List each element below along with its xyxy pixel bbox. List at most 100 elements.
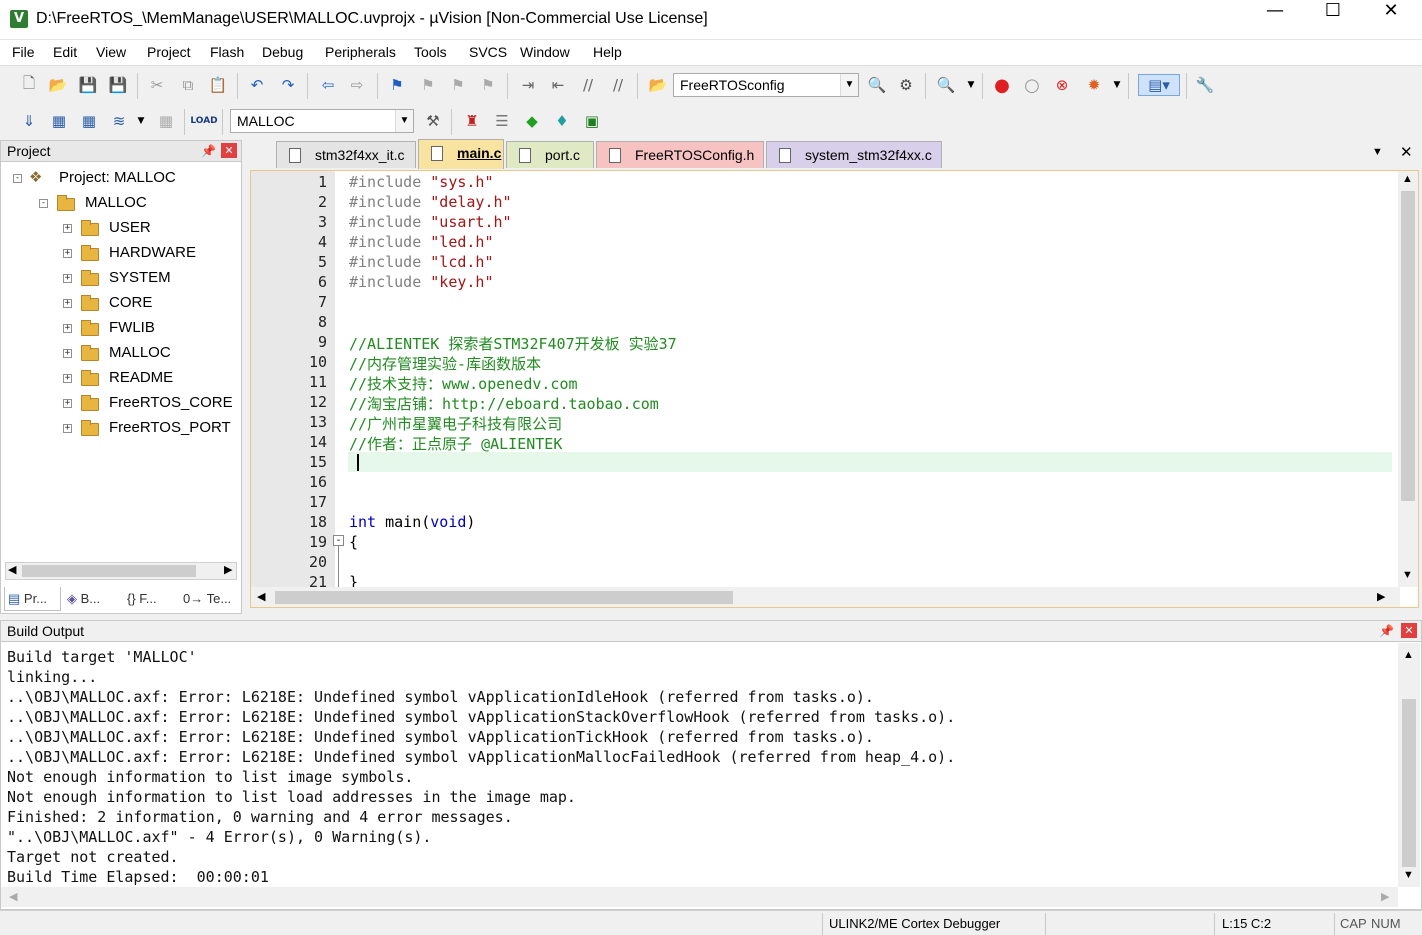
manage-rte-icon[interactable]: ♦ <box>551 110 573 132</box>
save-icon[interactable]: 💾 <box>77 74 99 96</box>
find-in-files-icon[interactable]: 📂 <box>647 74 669 96</box>
tab-port-c[interactable]: port.c <box>506 141 594 168</box>
scroll-thumb[interactable] <box>1401 191 1415 501</box>
undo-icon[interactable]: ↶ <box>246 74 268 96</box>
tree-group[interactable]: + FWLIB <box>61 318 237 340</box>
debug-session-icon[interactable]: 🔍 <box>935 74 957 96</box>
tab-books[interactable]: ◈ B... <box>64 587 120 611</box>
project-hscroll[interactable]: ◀ ▶ <box>5 562 237 580</box>
menu-tools[interactable]: Tools <box>414 44 447 60</box>
close-icon[interactable]: ✕ <box>221 143 237 158</box>
load-download-icon[interactable]: LOAD <box>190 110 217 132</box>
collapse-icon[interactable]: - <box>13 174 22 183</box>
nav-forward-icon[interactable]: ⇨ <box>346 74 368 96</box>
tree-group[interactable]: + README <box>61 368 237 390</box>
tree-group[interactable]: + FreeRTOS_CORE <box>61 393 237 415</box>
pin-icon[interactable]: 📌 <box>1379 624 1394 638</box>
configure-icon[interactable]: 🔧 <box>1194 74 1216 96</box>
tree-group[interactable]: + HARDWARE <box>61 243 237 265</box>
editor-hscroll[interactable]: ◀ ▶ <box>251 587 1400 607</box>
disable-breakpoint-icon[interactable]: ○ <box>1021 74 1043 96</box>
expand-icon[interactable]: + <box>63 399 72 408</box>
collapse-icon[interactable]: - <box>39 199 48 208</box>
find-combo[interactable]: FreeRTOSconfig ▼ <box>673 73 859 97</box>
maximize-button[interactable]: ☐ <box>1304 0 1362 40</box>
close-tab-icon[interactable]: ✕ <box>1400 143 1413 161</box>
disable-all-breakpoints-icon[interactable]: ⊗ <box>1051 74 1073 96</box>
insert-bookmark-icon[interactable]: ⚑ <box>386 74 408 96</box>
menu-debug[interactable]: Debug <box>262 44 303 60</box>
tab-freertosconfig-h[interactable]: FreeRTOSConfig.h <box>596 141 764 168</box>
scroll-left-icon[interactable]: ◀ <box>8 563 16 576</box>
scroll-up-icon[interactable]: ▲ <box>1402 173 1413 185</box>
scroll-right-icon[interactable]: ▶ <box>1381 890 1389 903</box>
rebuild-icon[interactable]: ▦ <box>78 110 100 132</box>
clear-bookmarks-icon[interactable]: ⚑ <box>477 74 499 96</box>
editor-vscroll[interactable]: ▲ ▼ <box>1398 171 1418 587</box>
scroll-thumb[interactable] <box>1402 699 1416 867</box>
menu-flash[interactable]: Flash <box>210 44 244 60</box>
prev-bookmark-icon[interactable]: ⚑ <box>417 74 439 96</box>
tree-group[interactable]: + MALLOC <box>61 343 237 365</box>
copy-icon[interactable]: ⧉ <box>177 74 199 96</box>
menu-help[interactable]: Help <box>593 44 622 60</box>
scroll-down-icon[interactable]: ▼ <box>1402 569 1413 581</box>
translate-icon[interactable]: ⇓ <box>18 110 40 132</box>
batch-build-icon[interactable]: ≋ <box>108 110 130 132</box>
scroll-right-icon[interactable]: ▶ <box>1377 590 1385 603</box>
tab-system-stm32f4xx-c[interactable]: system_stm32f4xx.c <box>766 141 942 168</box>
unindent-icon[interactable]: ⇤ <box>547 74 569 96</box>
redo-icon[interactable]: ↷ <box>277 74 299 96</box>
code-editor[interactable]: 1 2 3 4 5 6 7 8 9 10 11 12 13 14 15 16 17 18 19 20 21 - #inc… <box>250 170 1419 608</box>
new-file-icon[interactable]: 🗋 <box>18 74 40 96</box>
scroll-left-icon[interactable]: ◀ <box>9 890 17 903</box>
menu-peripherals[interactable]: Peripherals <box>325 44 396 60</box>
scroll-up-icon[interactable]: ▲ <box>1403 649 1414 661</box>
chevron-down-icon[interactable]: ▼ <box>395 110 413 132</box>
build-icon[interactable]: ▦ <box>48 110 70 132</box>
minimize-button[interactable]: — <box>1246 0 1304 40</box>
menu-edit[interactable]: Edit <box>53 44 77 60</box>
comment-icon[interactable]: // <box>577 74 599 96</box>
expand-icon[interactable]: + <box>63 224 72 233</box>
tab-main-c[interactable]: main.c <box>418 139 504 169</box>
find-icon[interactable]: 🔍 <box>866 74 888 96</box>
close-button[interactable]: ✕ <box>1362 0 1420 40</box>
pack-installer-icon[interactable]: ◆ <box>521 110 543 132</box>
chevron-down-icon[interactable]: ▼ <box>1106 74 1128 96</box>
tree-group[interactable]: + USER <box>61 218 237 240</box>
menu-view[interactable]: View <box>96 44 126 60</box>
expand-icon[interactable]: + <box>63 274 72 283</box>
build-vscroll[interactable]: ▲ ▼ <box>1398 643 1420 887</box>
chevron-down-icon[interactable]: ▼ <box>840 74 858 96</box>
open-file-icon[interactable]: 📂 <box>47 74 69 96</box>
tree-group[interactable]: + CORE <box>61 293 237 315</box>
menu-project[interactable]: Project <box>147 44 191 60</box>
scroll-left-icon[interactable]: ◀ <box>257 590 265 603</box>
indent-icon[interactable]: ⇥ <box>517 74 539 96</box>
manage-project-items-icon[interactable]: ♜ <box>461 110 483 132</box>
tree-target[interactable]: - MALLOC <box>37 193 237 215</box>
event-recorder-icon[interactable]: ▣ <box>581 110 603 132</box>
window-layout-icon[interactable]: ▤▾ <box>1138 74 1180 96</box>
expand-icon[interactable]: + <box>63 374 72 383</box>
incremental-find-icon[interactable]: ⚙ <box>895 74 917 96</box>
paste-icon[interactable]: 📋 <box>207 74 229 96</box>
fold-collapse-icon[interactable]: - <box>333 535 344 546</box>
cut-icon[interactable]: ✂ <box>146 74 168 96</box>
pin-icon[interactable]: 📌 <box>201 144 216 158</box>
scroll-right-icon[interactable]: ▶ <box>224 563 232 576</box>
tab-functions[interactable]: {} F... <box>124 587 176 611</box>
chevron-down-icon[interactable]: ▼ <box>960 74 982 96</box>
uncomment-icon[interactable]: // <box>607 74 629 96</box>
expand-icon[interactable]: + <box>63 324 72 333</box>
menu-svcs[interactable]: SVCS <box>469 44 507 60</box>
tab-list-chevron-icon[interactable]: ▼ <box>1372 146 1383 158</box>
next-bookmark-icon[interactable]: ⚑ <box>447 74 469 96</box>
build-hscroll[interactable]: ◀ ▶ <box>1 887 1398 907</box>
target-options-icon[interactable]: ⚒ <box>422 110 444 132</box>
tree-project-root[interactable]: - ❖ Project: MALLOC <box>11 168 241 190</box>
save-all-icon[interactable]: 💾 <box>107 74 129 96</box>
tree-group[interactable]: + FreeRTOS_PORT <box>61 418 237 440</box>
target-select[interactable]: MALLOC ▼ <box>230 109 414 133</box>
